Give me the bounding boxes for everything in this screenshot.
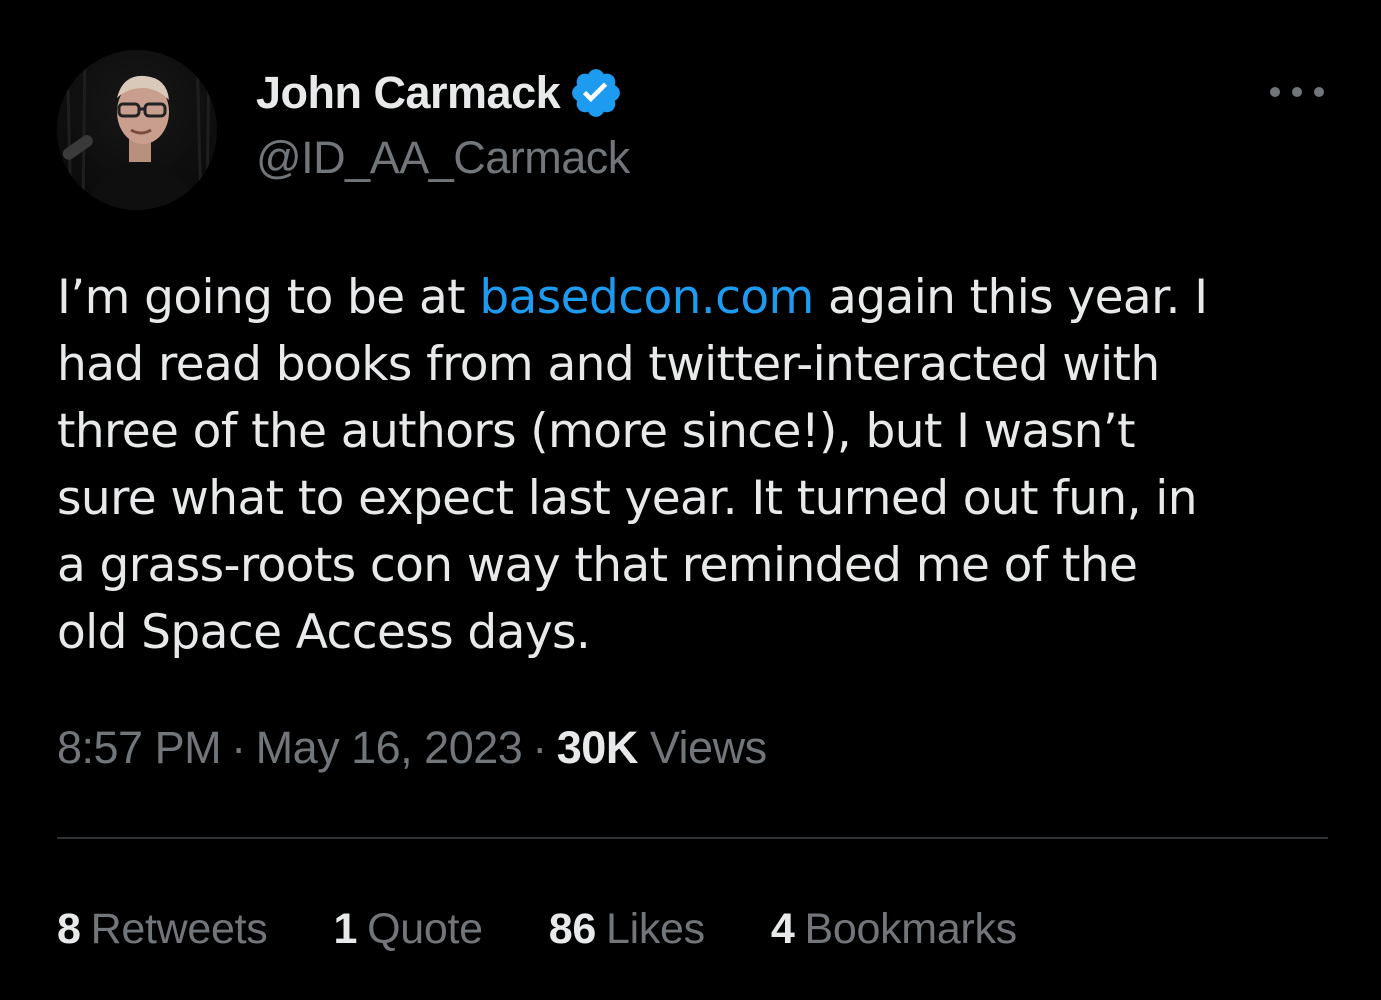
more-options-icon[interactable] [1270,80,1324,104]
divider [57,837,1328,839]
quotes-label: Quote [367,904,483,953]
tweet-metadata: 8:57 PM · May 16, 2023 · 30K Views [57,722,767,774]
tweet-detail: John Carmack @ID_AA_Carmack I’m going to… [0,0,1381,1000]
retweets-label: Retweets [90,904,268,953]
author-display-name[interactable]: John Carmack [256,67,561,119]
tweet-text-line: old Space Access days. [57,605,591,660]
tweet-time[interactable]: 8:57 PM [57,722,222,773]
verified-badge-icon[interactable] [568,65,624,121]
quotes-count: 1 [333,904,358,953]
retweets-count: 8 [57,904,81,953]
author-avatar[interactable] [57,50,217,210]
tweet-text: I’m going to be at basedcon.com again th… [57,264,1337,666]
tweet-text-line: I’m going to be at basedcon.com again th… [57,270,1208,325]
tweet-link[interactable]: basedcon.com [479,270,814,325]
avatar-photo-icon [57,50,217,210]
bookmarks-label: Bookmarks [804,904,1017,953]
author-name-row: John Carmack [256,64,624,122]
meta-separator: · [231,722,246,773]
views-count: 30K [556,722,639,773]
author-handle[interactable]: @ID_AA_Carmack [256,132,630,184]
meta-separator: · [532,722,547,773]
retweets-stat[interactable]: 8 Retweets [57,904,268,954]
likes-stat[interactable]: 86 Likes [549,905,705,954]
bookmarks-stat[interactable]: 4 Bookmarks [771,905,1017,954]
tweet-text-line: three of the authors (more since!), but … [57,404,1136,459]
bookmarks-count: 4 [770,904,795,953]
tweet-text-line: a grass-roots con way that reminded me o… [57,538,1138,593]
tweet-date[interactable]: May 16, 2023 [256,722,523,773]
views-label: Views [649,722,767,773]
likes-count: 86 [548,904,597,953]
tweet-text-line: sure what to expect last year. It turned… [57,471,1198,526]
engagement-stats: 8 Retweets 1 Quote 86 Likes 4 Bookmarks [57,902,1017,956]
quotes-stat[interactable]: 1 Quote [333,904,483,954]
tweet-text-line: had read books from and twitter-interact… [57,337,1160,392]
likes-label: Likes [605,904,705,953]
